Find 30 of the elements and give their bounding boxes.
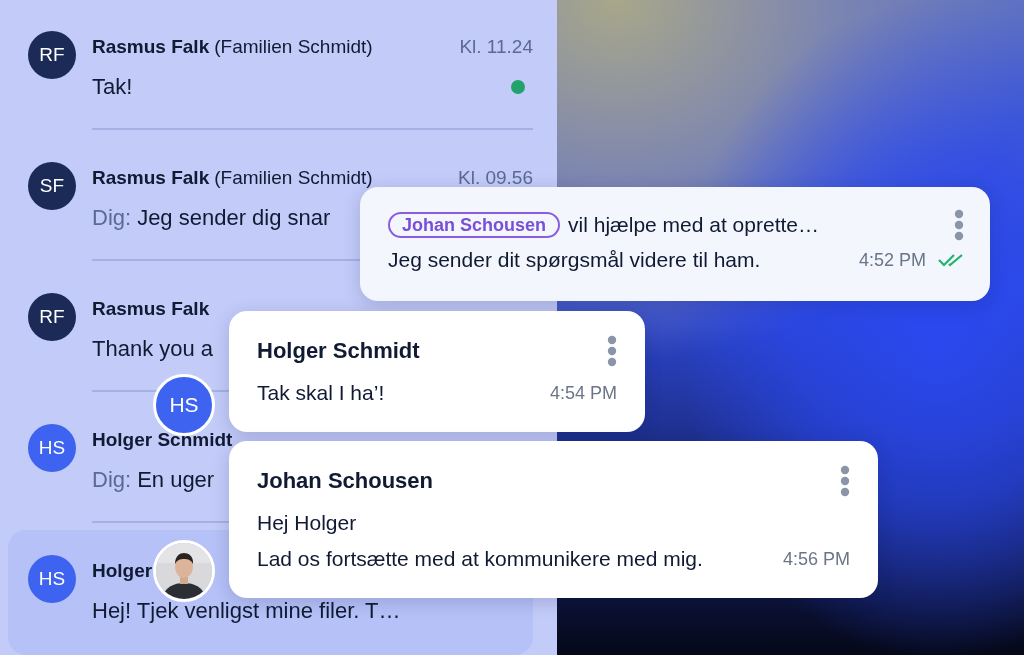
avatar: SF [28,162,76,210]
avatar: RF [28,31,76,79]
message-text: Lad os fortsætte med at kommunikere med mig. [257,547,703,571]
message-text: Tak skal I ha’! [257,381,385,405]
group-name: (Familien Schmidt) [214,167,373,189]
message-preview: Jeg sender dig snar [137,205,331,231]
sender-name: Johan Schousen [257,468,434,494]
message-text: vil hjælpe med at oprette… [568,213,819,237]
contact-name: Holger [92,560,153,582]
group-name: (Familien Schmidt) [214,36,373,58]
timestamp: 4:52 PM [858,249,926,271]
message-preview: Tak! [92,74,133,100]
sender-label: Dig: [92,467,132,493]
timestamp: 4:54 PM [549,382,617,404]
timestamp: Kl. 09.56 [458,167,533,189]
avatar: HS [28,555,76,603]
timestamp: 4:56 PM [782,548,850,570]
avatar: RF [28,293,76,341]
sender-label: Dig: [92,205,132,231]
timestamp: Kl. 11.24 [459,36,533,58]
message-preview: En uger [137,467,215,493]
contact-name: Rasmus Falk [92,36,210,58]
message-text: Jeg sender dit spørgsmål videre til ham. [388,248,761,272]
message-text: Hej Holger [257,511,357,535]
sender-name: Holger Schmidt [257,338,420,364]
contact-name: Rasmus Falk [92,298,210,320]
contact-name: Rasmus Falk [92,167,210,189]
message-preview: Thank you a [92,336,214,362]
avatar: HS [28,424,76,472]
message-preview: Hej! Tjek venligst mine filer. T… [92,598,401,624]
